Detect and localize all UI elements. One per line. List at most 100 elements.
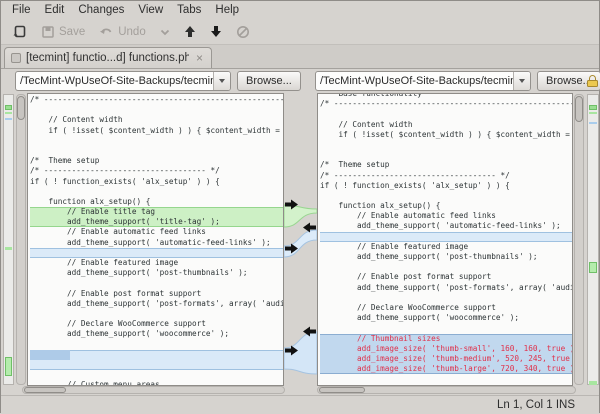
code-line: /* Theme setup xyxy=(30,156,283,166)
code-line xyxy=(30,146,283,156)
left-horizontal-scrollbar[interactable] xyxy=(22,386,285,394)
menu-edit[interactable]: Edit xyxy=(38,2,72,18)
stop-button[interactable] xyxy=(231,23,255,41)
right-code-lines: * Base functionality/* -----------------… xyxy=(320,93,572,386)
file-comparison-icon xyxy=(11,53,21,63)
code-line xyxy=(30,136,283,146)
save-button[interactable]: Save xyxy=(36,23,90,41)
meld-window: File Edit Changes View Tabs Help Save Un… xyxy=(0,0,600,413)
undo-icon xyxy=(99,25,114,38)
code-line xyxy=(30,105,283,115)
arrow-up-icon xyxy=(184,25,196,38)
push-change-right-button[interactable] xyxy=(285,199,299,210)
code-line xyxy=(30,360,283,370)
right-vertical-scrollbar[interactable] xyxy=(574,94,584,385)
code-line: add_theme_support( 'post-thumbnails' ); xyxy=(320,252,572,262)
stop-icon xyxy=(236,25,250,39)
tab-close-icon[interactable]: × xyxy=(194,51,205,65)
code-line xyxy=(30,370,283,380)
horizontal-scrollbar-row xyxy=(1,386,599,395)
left-diff-map[interactable] xyxy=(3,94,14,385)
code-line xyxy=(320,293,572,303)
diff-link-gutter xyxy=(284,93,317,386)
code-line: // Thumbnail sizes xyxy=(320,334,572,344)
code-line xyxy=(320,232,572,242)
right-horizontal-scrollbar[interactable] xyxy=(317,386,576,394)
save-icon xyxy=(41,25,55,39)
diff-map-mark xyxy=(589,122,597,124)
menu-changes[interactable]: Changes xyxy=(71,2,131,18)
code-line: add_theme_support( 'automatic-feed-links… xyxy=(320,221,572,231)
code-line xyxy=(320,150,572,160)
menu-file[interactable]: File xyxy=(5,2,38,18)
code-line: add_theme_support( 'automatic-feed-links… xyxy=(30,238,283,248)
code-line: if ( ! function_exists( 'alx_setup' ) ) … xyxy=(30,177,283,187)
cursor-position: Ln 1, Col 1 INS xyxy=(497,399,575,411)
push-change-right-button[interactable] xyxy=(285,243,299,254)
next-change-button[interactable] xyxy=(205,23,227,40)
diff-map-mark xyxy=(589,381,597,385)
code-line: add_theme_support( 'woocommerce' ); xyxy=(30,329,283,339)
right-horizontal-scrollbar-thumb[interactable] xyxy=(319,387,365,393)
code-line xyxy=(30,187,283,197)
push-change-right-button[interactable] xyxy=(285,345,299,356)
code-line: function alx_setup() { xyxy=(320,201,572,211)
right-diff-map[interactable] xyxy=(587,94,599,385)
code-line: /* ----------------------------------- *… xyxy=(30,166,283,176)
code-line: add_image_size( 'thumb-medium', 520, 245… xyxy=(320,354,572,364)
undo-button[interactable]: Undo xyxy=(94,23,151,40)
code-line: add_image_size( 'thumb-small', 160, 160,… xyxy=(320,344,572,354)
toolbar: Save Undo xyxy=(1,19,599,45)
code-line: // Declare WooCommerce support xyxy=(30,319,283,329)
code-line: // Content width xyxy=(320,120,572,130)
left-code-pane[interactable]: /* -------------------------------------… xyxy=(27,93,284,386)
code-line: add_theme_support( 'post-formats', array… xyxy=(320,283,572,293)
left-file-path: /TecMint-WpUseOf-Site-Backups/tecmint xyxy=(16,72,213,90)
code-line xyxy=(320,374,572,384)
code-line: /* -------------------------------------… xyxy=(30,95,283,105)
code-line: // Enable automatic feed links xyxy=(30,227,283,237)
code-line: // Content width xyxy=(30,115,283,125)
right-code-pane[interactable]: * Base functionality/* -----------------… xyxy=(317,93,573,386)
push-change-left-button[interactable] xyxy=(302,326,316,337)
menu-view[interactable]: View xyxy=(131,2,170,18)
code-line: // Enable post format support xyxy=(30,289,283,299)
diff-map-mark xyxy=(5,118,12,120)
diff-map-mark xyxy=(5,247,12,250)
left-browse-button[interactable]: Browse... xyxy=(237,71,301,91)
undo-label: Undo xyxy=(118,26,146,38)
tab-functions-php[interactable]: [tecmint] functio...d] functions.php × xyxy=(4,47,212,68)
left-file-dropdown-icon[interactable] xyxy=(213,72,230,90)
diff-map-mark xyxy=(5,112,12,114)
code-line: /* ----------------------------------- *… xyxy=(320,171,572,181)
undo-menu-button[interactable] xyxy=(155,26,175,38)
right-vertical-scrollbar-thumb[interactable] xyxy=(575,96,583,122)
left-file-selector[interactable]: /TecMint-WpUseOf-Site-Backups/tecmint xyxy=(15,71,231,91)
chevron-down-icon xyxy=(160,28,170,36)
status-bar: Ln 1, Col 1 INS xyxy=(1,395,599,414)
arrow-down-icon xyxy=(210,25,222,38)
left-code-lines: /* -------------------------------------… xyxy=(30,95,283,386)
left-vertical-scrollbar[interactable] xyxy=(16,94,26,385)
diff-map-mark xyxy=(589,105,597,110)
diff-map-mark xyxy=(5,105,12,110)
code-line: if ( !isset( $content_width ) ) { $conte… xyxy=(320,130,572,140)
right-file-dropdown-icon[interactable] xyxy=(513,72,530,90)
previous-change-button[interactable] xyxy=(179,23,201,40)
code-line: function alx_setup() { xyxy=(30,197,283,207)
tab-title: [tecmint] functio...d] functions.php xyxy=(26,52,189,64)
left-horizontal-scrollbar-thumb[interactable] xyxy=(24,387,66,393)
save-label: Save xyxy=(59,26,85,38)
new-comparison-button[interactable] xyxy=(7,22,32,41)
code-line xyxy=(30,350,283,360)
tab-bar: [tecmint] functio...d] functions.php × xyxy=(1,45,599,69)
menu-help[interactable]: Help xyxy=(208,2,246,18)
code-line: if ( ! function_exists( 'alx_setup' ) ) … xyxy=(320,181,572,191)
left-vertical-scrollbar-thumb[interactable] xyxy=(17,96,25,120)
push-change-left-button[interactable] xyxy=(302,222,316,233)
menu-tabs[interactable]: Tabs xyxy=(170,2,208,18)
code-line xyxy=(320,262,572,272)
code-line xyxy=(320,191,572,201)
right-file-selector[interactable]: /TecMint-WpUseOf-Site-Backups/tecmint xyxy=(315,71,531,91)
code-line: /* Theme setup xyxy=(320,160,572,170)
